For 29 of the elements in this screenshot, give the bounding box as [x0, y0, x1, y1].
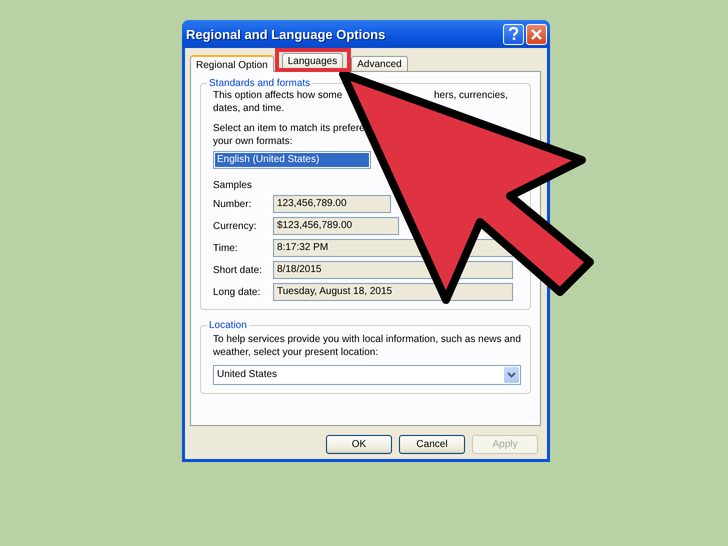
- close-button[interactable]: [526, 24, 547, 44]
- dialog-button[interactable]: Cancel: [399, 435, 465, 454]
- sample-label: Long date:: [213, 286, 262, 298]
- location-description: To help services provide you with local information, such as news and weather, select your present location:: [213, 333, 521, 359]
- prompt-text: your own formats:: [213, 135, 294, 148]
- description-text: hers, currencies,: [434, 89, 509, 102]
- group-title: Location: [208, 320, 248, 331]
- help-button[interactable]: [503, 24, 524, 44]
- tab[interactable]: Advanced: [351, 56, 408, 71]
- samples-heading: Samples: [213, 180, 253, 191]
- prompt-text: Select an item to match its prefere: [213, 122, 366, 135]
- sample-label: Time:: [213, 242, 239, 254]
- tab[interactable]: Regional Option: [190, 55, 274, 72]
- close-icon: [531, 28, 542, 40]
- sample-field: Tuesday, August 18, 2015: [273, 283, 513, 301]
- window-title: Regional and Language Options: [186, 26, 386, 42]
- sample-field: $123,456,789.00: [273, 217, 399, 235]
- sample-field: 123,456,789.00: [273, 195, 391, 213]
- sample-label: Short date:: [213, 264, 263, 276]
- help-icon: [508, 27, 519, 41]
- location-dropdown[interactable]: United States: [213, 365, 521, 385]
- sample-label: Currency:: [213, 220, 258, 232]
- sample-label: Number:: [213, 198, 252, 210]
- tab[interactable]: Languages: [282, 53, 344, 68]
- dialog-button[interactable]: OK: [326, 435, 392, 454]
- description-text: dates, and time.: [213, 102, 286, 115]
- description-text: This option affects how some: [213, 89, 344, 102]
- chevron-down-icon: [507, 372, 516, 378]
- group-title: Standards and formats: [208, 78, 312, 89]
